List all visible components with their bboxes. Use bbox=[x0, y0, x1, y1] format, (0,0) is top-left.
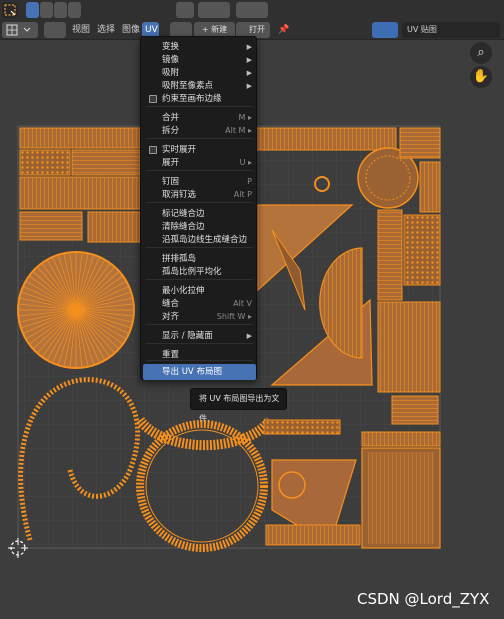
menu-item-label: 缝合 bbox=[162, 299, 180, 309]
menu-item-19[interactable]: 显示 / 隐藏面 ▶ bbox=[143, 328, 256, 344]
checkbox-icon[interactable] bbox=[149, 95, 157, 103]
menu-item-15[interactable]: 孤岛比例平均化 bbox=[143, 264, 256, 280]
menu-item-shortcut: Alt M ▸ bbox=[225, 126, 252, 135]
watermark-text: CSDN @Lord_ZYX bbox=[357, 590, 490, 608]
menu-item-label: 钉固 bbox=[162, 177, 180, 187]
island-select-mode-icon[interactable] bbox=[68, 2, 81, 18]
export-uv-tooltip: 将 UV 布局图导出为文件. bbox=[190, 388, 287, 423]
pivot-icon[interactable] bbox=[176, 2, 194, 18]
checkbox-icon[interactable] bbox=[149, 146, 157, 154]
menu-item-label: 标记缝合边 bbox=[162, 209, 205, 219]
menu-item-label: 变换 bbox=[162, 42, 180, 52]
select-box-tool-icon[interactable] bbox=[2, 2, 18, 18]
hand-pan-icon[interactable]: ✋ bbox=[470, 66, 492, 88]
menu-item-13[interactable]: 沿孤岛边线生成缝合边 bbox=[143, 232, 256, 248]
menu-select[interactable]: 选择 bbox=[94, 22, 118, 38]
menu-item-label: 显示 / 隐藏面 bbox=[162, 331, 213, 341]
menu-item-label: 清除缝合边 bbox=[162, 222, 205, 232]
vertex-select-mode-icon[interactable] bbox=[26, 2, 39, 18]
uv-dropdown-menu: 变换 ▶ 镜像 ▶ 吸附 ▶ 吸附至像素点 ▶ 约束至画布边缘 合并 M ▸ 拆分 Alt M ▸ 实时展… bbox=[140, 36, 257, 380]
menu-item-18[interactable]: 对齐 Shift W ▸ bbox=[143, 309, 256, 325]
menu-item-label: 拆分 bbox=[162, 126, 180, 136]
menu-item-label: 合并 bbox=[162, 113, 180, 123]
uv-map-selector[interactable]: UV 贴图 bbox=[402, 22, 500, 38]
snap-toggle-icon[interactable] bbox=[198, 2, 230, 18]
proportional-edit-icon[interactable] bbox=[236, 2, 268, 18]
menu-image[interactable]: 图像 bbox=[119, 22, 143, 38]
uv-sync-selection-icon[interactable] bbox=[44, 22, 66, 38]
menu-item-label: 吸附至像素点 bbox=[162, 81, 214, 91]
menu-item-label: 取消钉选 bbox=[162, 190, 197, 200]
menu-item-label: 沿孤岛边线生成缝合边 bbox=[162, 235, 248, 245]
menu-item-4[interactable]: 约束至画布边缘 bbox=[143, 91, 256, 107]
zoom-icon[interactable]: ⌕ bbox=[470, 42, 492, 64]
menu-item-20[interactable]: 重置 bbox=[143, 347, 256, 363]
submenu-arrow-icon: ▶ bbox=[246, 332, 252, 340]
pin-icon[interactable]: 📌 bbox=[275, 22, 292, 38]
menu-item-label: 重置 bbox=[162, 350, 180, 360]
menu-item-shortcut: U ▸ bbox=[239, 158, 252, 167]
menu-item-label: 约束至画布边缘 bbox=[162, 94, 222, 104]
face-select-mode-icon[interactable] bbox=[54, 2, 67, 18]
menu-item-label: 拼排孤岛 bbox=[162, 254, 197, 264]
uv-editor-window: 视图 选择 图像 UV + 新建 打开 📌 UV 贴图 ⌕ ✋ 变换 ▶ 镜像 … bbox=[0, 0, 504, 619]
menu-item-label: 导出 UV 布局图 bbox=[162, 367, 222, 377]
menu-item-21[interactable]: 导出 UV 布局图 bbox=[143, 364, 256, 380]
menu-item-shortcut: Shift W ▸ bbox=[216, 312, 252, 321]
menu-item-10[interactable]: 取消钉选 Alt P bbox=[143, 187, 256, 203]
menu-item-label: 镜像 bbox=[162, 55, 180, 65]
display-channels-dropdown[interactable] bbox=[372, 22, 398, 38]
menu-item-label: 吸附 bbox=[162, 68, 180, 78]
menu-item-label: 最小化拉伸 bbox=[162, 286, 205, 296]
editor-type-dropdown[interactable] bbox=[2, 22, 38, 38]
menu-item-label: 对齐 bbox=[162, 312, 180, 322]
edge-select-mode-icon[interactable] bbox=[40, 2, 53, 18]
menu-item-label: 展开 bbox=[162, 158, 180, 168]
tool-settings-bar bbox=[0, 0, 504, 20]
menu-item-shortcut: Alt P bbox=[233, 190, 252, 199]
menu-item-label: 实时展开 bbox=[162, 145, 197, 155]
menu-item-label: 孤岛比例平均化 bbox=[162, 267, 222, 277]
menu-view[interactable]: 视图 bbox=[69, 22, 93, 38]
menu-item-8[interactable]: 展开 U ▸ bbox=[143, 155, 256, 171]
menu-item-6[interactable]: 拆分 Alt M ▸ bbox=[143, 123, 256, 139]
